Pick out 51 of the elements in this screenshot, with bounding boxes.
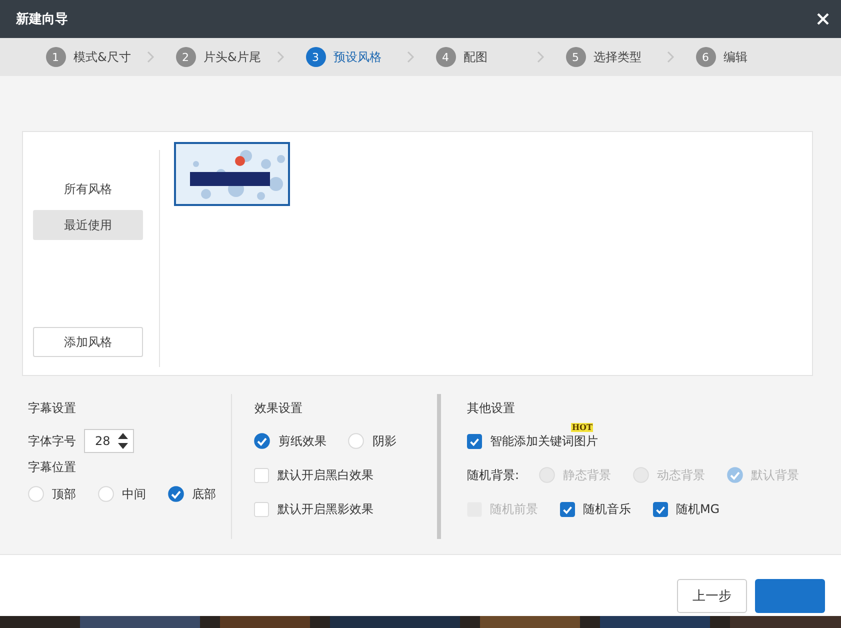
field-label: 字体字号 — [28, 432, 76, 450]
category-item[interactable]: 最近使用 — [33, 210, 143, 240]
step-number: 5 — [566, 47, 586, 67]
checkbox[interactable] — [560, 502, 575, 516]
radio-button[interactable] — [168, 486, 184, 502]
wizard-step[interactable]: 2 片头&片尾 — [176, 47, 276, 67]
radio-button[interactable] — [254, 433, 270, 449]
option-label: 默认背景 — [751, 466, 799, 484]
hot-badge: HOT — [570, 422, 594, 432]
option-label: 静态背景 — [563, 466, 611, 484]
section-title: 其他设置 — [466, 400, 516, 417]
option-label: 随机前景 — [490, 500, 538, 518]
option-label: 底部 — [192, 486, 216, 502]
chevron-icon — [406, 51, 416, 63]
section-title: 字幕设置 — [28, 400, 77, 417]
wizard-step[interactable]: 4 配图 — [436, 47, 536, 67]
option-label: 默认开启黑白效果 — [277, 466, 374, 484]
checkbox[interactable] — [466, 434, 482, 448]
field-label: 随机背景: — [466, 466, 519, 484]
option-label: 默认开启黑影效果 — [277, 500, 374, 518]
option-label: 顶部 — [52, 486, 76, 502]
option-label: 剪纸效果 — [278, 432, 326, 450]
checkbox[interactable] — [652, 502, 668, 516]
close-icon[interactable] — [817, 13, 829, 25]
wizard-step[interactable]: 1 模式&尺寸 — [46, 47, 146, 67]
category-item[interactable]: 所有风格 — [33, 174, 143, 204]
chevron-icon — [146, 51, 156, 63]
option-label: 阴影 — [372, 432, 396, 450]
add-style-button[interactable]: 添加风格 — [33, 327, 143, 357]
step-number: 2 — [176, 47, 196, 67]
step-number: 6 — [696, 47, 716, 67]
wizard-step[interactable]: 5 选择类型 — [566, 47, 666, 67]
option-label: 随机MG — [676, 500, 720, 518]
chevron-icon — [666, 51, 676, 63]
step-number: 1 — [46, 47, 66, 67]
option-label: 中间 — [122, 486, 146, 502]
option-label: 智能添加关键词图片 — [490, 432, 598, 450]
window-title: 新建向导 — [16, 10, 68, 28]
field-label: 字幕位置 — [28, 460, 76, 474]
wizard-step[interactable]: 3 预设风格 — [306, 47, 406, 67]
chevron-icon — [536, 51, 546, 63]
wizard-step[interactable]: 6 编辑 — [696, 47, 796, 67]
font-size-spinner[interactable]: 28 — [84, 429, 134, 453]
back-button[interactable]: 上一步 — [677, 578, 747, 612]
step-number: 4 — [436, 47, 456, 67]
option-label: 随机音乐 — [582, 500, 631, 518]
section-title: 效果设置 — [254, 400, 304, 417]
chevron-icon — [276, 51, 286, 63]
next-button[interactable] — [755, 578, 825, 612]
step-number: 3 — [306, 47, 326, 67]
option-label: 动态背景 — [657, 466, 705, 484]
